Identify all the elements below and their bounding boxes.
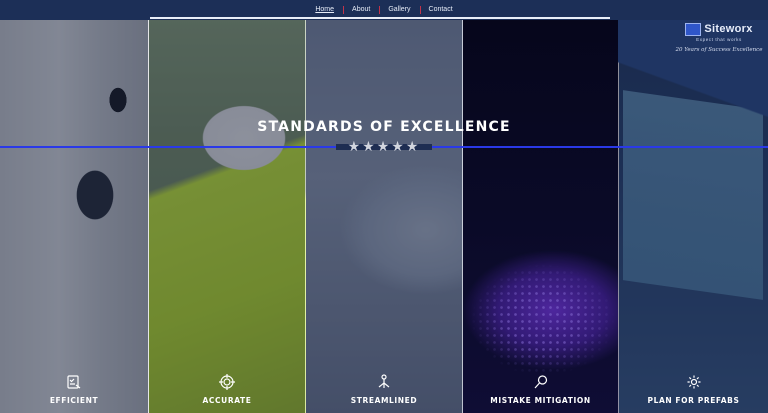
brand-name: Siteworx bbox=[704, 23, 753, 35]
checklist-icon bbox=[67, 375, 81, 389]
target-icon bbox=[219, 374, 235, 390]
feature-label: MISTAKE MITIGATION bbox=[490, 396, 591, 405]
feature-label: ACCURATE bbox=[202, 396, 252, 405]
brand-subtitle: 20 Years of Success Excellence bbox=[675, 47, 763, 53]
magnifier-icon bbox=[534, 375, 547, 389]
feature-streamlined[interactable]: STREAMLINED bbox=[306, 374, 462, 405]
logo-mark-icon bbox=[685, 22, 702, 36]
gear-icon bbox=[687, 375, 700, 389]
flow-icon bbox=[378, 374, 390, 388]
panel-efficient-image bbox=[0, 20, 149, 413]
panel-accurate-image bbox=[149, 20, 306, 413]
hero-title: STANDARDS OF EXCELLENCE bbox=[257, 119, 511, 135]
feature-mistake-mitigation[interactable]: MISTAKE MITIGATION bbox=[463, 374, 618, 405]
feature-plan-for-prefabs[interactable]: PLAN FOR PREFABS bbox=[619, 374, 768, 405]
feature-label: STREAMLINED bbox=[350, 396, 418, 405]
feature-accurate[interactable]: ACCURATE bbox=[149, 374, 305, 405]
feature-label: EFFICIENT bbox=[49, 396, 99, 405]
panel-streamlined-image bbox=[306, 20, 463, 413]
panel-mistake-mitigation-image bbox=[463, 20, 619, 413]
nav-underline-rule bbox=[150, 17, 610, 19]
feature-efficient[interactable]: EFFICIENT bbox=[0, 374, 148, 405]
brand-logo[interactable]: Siteworx Expect that works 20 Years of S… bbox=[671, 22, 767, 53]
rating-stars: ★★★★★ bbox=[347, 138, 421, 154]
brand-tagline: Expect that works bbox=[696, 37, 742, 42]
feature-label: PLAN FOR PREFABS bbox=[647, 396, 740, 405]
